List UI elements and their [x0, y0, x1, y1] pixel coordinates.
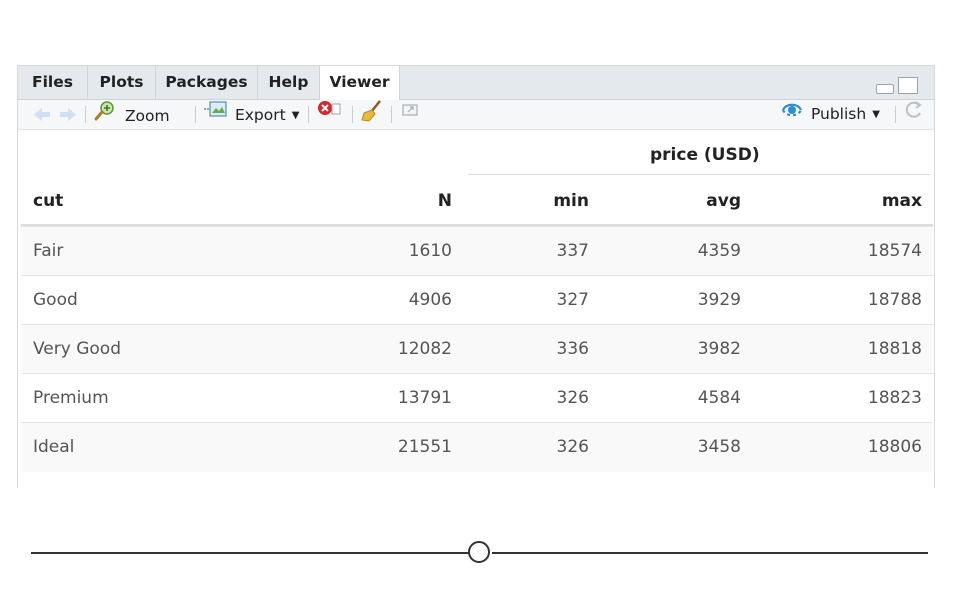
cell-max: 18788 [867, 290, 922, 310]
chevron-down-icon: ▼ [291, 109, 300, 121]
cell-cut: Fair [33, 241, 64, 261]
cell-min: 337 [556, 241, 589, 261]
export-button[interactable]: Export ▼ [204, 100, 299, 129]
cell-avg: 3982 [697, 339, 741, 359]
clear-icon [316, 100, 342, 130]
clear-viewer-button[interactable] [316, 100, 342, 129]
cell-max: 18818 [867, 339, 922, 359]
popout-icon [400, 100, 420, 129]
column-header-min: min [553, 191, 589, 211]
forward-arrow-icon[interactable] [58, 100, 78, 129]
chevron-down-icon: ▼ [872, 109, 880, 120]
broom-icon [360, 100, 384, 132]
tab-viewer[interactable]: Viewer [320, 66, 400, 100]
clear-all-button[interactable] [360, 100, 384, 129]
cell-min: 336 [556, 339, 589, 359]
cell-min: 326 [556, 437, 589, 457]
cell-avg: 4584 [697, 388, 741, 408]
viewer-toolbar: Zoom Export ▼ Publish ▼ [18, 100, 934, 130]
minimize-pane-button[interactable] [876, 84, 894, 94]
cell-max: 18823 [867, 388, 922, 408]
cell-avg: 4359 [697, 241, 741, 261]
zoom-icon [94, 100, 116, 132]
cell-n: 1610 [408, 241, 452, 261]
cell-max: 18574 [867, 241, 922, 261]
cell-cut: Good [33, 290, 78, 310]
cell-cut: Ideal [33, 437, 75, 457]
cell-n: 13791 [397, 388, 452, 408]
cell-cut: Very Good [33, 339, 121, 359]
cell-cut: Premium [33, 388, 109, 408]
export-icon [204, 100, 228, 130]
zoom-label: Zoom [124, 106, 170, 125]
tab-help[interactable]: Help [258, 66, 320, 99]
cell-n: 4906 [408, 290, 452, 310]
publish-button[interactable]: Publish ▼ [781, 100, 880, 129]
table-row: Fair 1610 337 4359 18574 [21, 226, 933, 276]
publish-icon [781, 100, 803, 129]
refresh-button[interactable] [904, 100, 924, 129]
cell-min: 326 [556, 388, 589, 408]
table-row: Ideal 21551 326 3458 18806 [21, 422, 933, 472]
tab-bar: Files Plots Packages Help Viewer [18, 66, 934, 100]
column-header-n: N [437, 191, 452, 211]
cell-n: 12082 [397, 339, 452, 359]
slider-track-left [31, 552, 469, 554]
group-header-rule [468, 174, 930, 175]
tab-plots[interactable]: Plots [88, 66, 156, 99]
maximize-pane-button[interactable] [898, 77, 918, 94]
table-row: Premium 13791 326 4584 18823 [21, 373, 933, 423]
tab-files[interactable]: Files [18, 66, 88, 99]
cell-avg: 3458 [697, 437, 741, 457]
slider-track-right [492, 552, 928, 554]
column-header-max: max [881, 191, 922, 211]
column-header-cut: cut [33, 191, 64, 211]
zoom-button[interactable]: Zoom [94, 100, 170, 129]
table-row: Very Good 12082 336 3982 18818 [21, 324, 933, 374]
column-header-avg: avg [706, 191, 741, 211]
popout-button[interactable] [400, 100, 420, 129]
publish-label: Publish [810, 105, 867, 123]
cell-max: 18806 [867, 437, 922, 457]
viewer-pane: Files Plots Packages Help Viewer Zoom Ex… [17, 65, 935, 488]
cell-min: 327 [556, 290, 589, 310]
export-label: Export [234, 105, 286, 124]
back-arrow-icon[interactable] [32, 100, 52, 129]
slider-handle[interactable] [468, 541, 490, 563]
table-row: Good 4906 327 3929 18788 [21, 275, 933, 325]
tab-packages[interactable]: Packages [156, 66, 258, 99]
group-header-price: price (USD) [650, 145, 760, 165]
refresh-icon [904, 100, 924, 130]
cell-n: 21551 [397, 437, 452, 457]
cell-avg: 3929 [697, 290, 741, 310]
